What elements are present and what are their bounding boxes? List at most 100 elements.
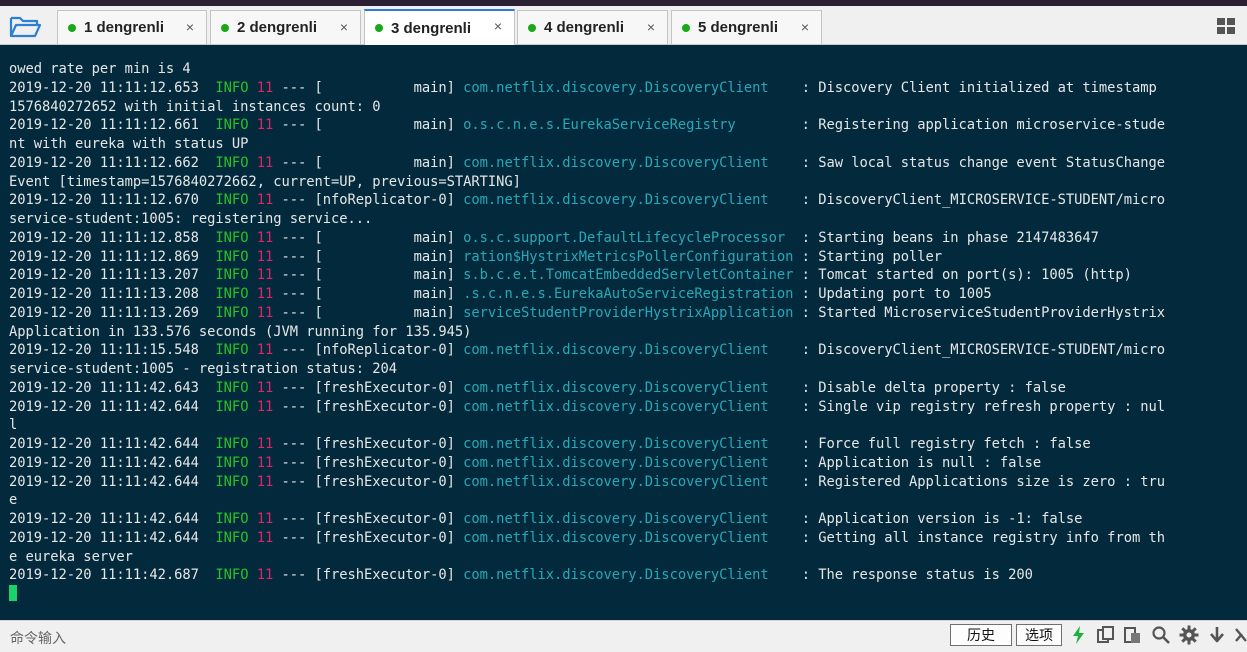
- log-line: e eureka server: [9, 549, 133, 565]
- log-level: INFO: [215, 267, 249, 284]
- log-level: INFO: [215, 436, 249, 452]
- session-tab-5[interactable]: 5 dengrenli ×: [671, 10, 822, 44]
- paste-icon[interactable]: [1123, 625, 1143, 645]
- log-line: 2019-12-20 11:11:12.670 INFO 11 --- [nfo…: [9, 192, 1165, 208]
- log-timestamp: 2019-12-20 11:11:42.644: [9, 398, 199, 415]
- log-thread: --- [ main]: [273, 79, 455, 96]
- log-logger: serviceStudentProviderHystrixApplication: [463, 304, 794, 321]
- session-tab-1[interactable]: 1 dengrenli ×: [57, 10, 207, 44]
- command-input-label: 命令输入: [10, 630, 66, 646]
- log-text: e: [9, 492, 18, 509]
- log-level: INFO: [215, 511, 249, 527]
- log-line: 2019-12-20 11:11:42.644 INFO 11 --- [fre…: [9, 511, 1082, 527]
- log-pid: 11: [256, 342, 274, 359]
- log-level: INFO: [215, 398, 249, 415]
- log-message: : DiscoveryClient_MICROSERVICE-STUDENT/m…: [793, 342, 1165, 359]
- tab-label: 5 dengrenli: [698, 19, 779, 36]
- close-icon[interactable]: ×: [494, 18, 502, 34]
- log-pid: 11: [256, 79, 274, 96]
- log-message: : Single vip registry refresh property :…: [793, 398, 1165, 415]
- log-timestamp: 2019-12-20 11:11:12.858: [9, 229, 199, 246]
- session-tab-2[interactable]: 2 dengrenli ×: [210, 10, 361, 44]
- log-line: service-student:1005 - registration stat…: [9, 361, 397, 377]
- session-tab-4[interactable]: 4 dengrenli ×: [517, 10, 668, 44]
- log-thread: --- [freshExecutor-0]: [273, 454, 455, 471]
- close-icon[interactable]: ×: [801, 19, 809, 35]
- log-thread: --- [freshExecutor-0]: [273, 473, 455, 490]
- log-logger: com.netflix.discovery.DiscoveryClient: [463, 79, 769, 96]
- log-logger: com.netflix.discovery.DiscoveryClient: [463, 529, 769, 546]
- log-level: INFO: [215, 342, 249, 359]
- log-thread: --- [freshExecutor-0]: [273, 567, 455, 584]
- close-icon[interactable]: ×: [340, 19, 348, 35]
- close-icon[interactable]: ×: [647, 19, 655, 35]
- folder-open-icon[interactable]: [8, 14, 42, 40]
- log-level: INFO: [215, 304, 249, 321]
- lightning-icon[interactable]: [1069, 625, 1089, 645]
- gear-icon[interactable]: [1179, 625, 1199, 645]
- log-thread: --- [freshExecutor-0]: [273, 436, 455, 452]
- log-text: l: [9, 417, 18, 434]
- log-thread: --- [ main]: [273, 267, 455, 284]
- log-logger: com.netflix.discovery.DiscoveryClient: [463, 379, 769, 396]
- log-pid: 11: [256, 398, 274, 415]
- log-line: 2019-12-20 11:11:12.661 INFO 11 --- [ ma…: [9, 117, 1165, 133]
- log-thread: --- [ main]: [273, 154, 455, 171]
- tab-label: 2 dengrenli: [237, 19, 318, 36]
- log-text: service-student:1005: registering servic…: [9, 211, 373, 227]
- log-pid: 11: [256, 529, 274, 546]
- log-text: e eureka server: [9, 548, 133, 565]
- log-timestamp: 2019-12-20 11:11:12.661: [9, 117, 199, 134]
- log-thread: --- [nfoReplicator-0]: [273, 192, 455, 209]
- terminal-output[interactable]: owed rate per min is 4 2019-12-20 11:11:…: [0, 45, 1247, 620]
- log-pid: 11: [256, 473, 274, 490]
- log-thread: --- [ main]: [273, 304, 455, 321]
- log-line: nt with eureka with status UP: [9, 136, 248, 152]
- log-message: : Tomcat started on port(s): 1005 (http): [793, 267, 1132, 284]
- log-logger: com.netflix.discovery.DiscoveryClient: [463, 454, 769, 471]
- settings-more-icon[interactable]: [1233, 625, 1247, 645]
- log-thread: --- [nfoReplicator-0]: [273, 342, 455, 359]
- log-message: : Registered Applications size is zero :…: [793, 473, 1165, 490]
- close-icon[interactable]: ×: [186, 19, 194, 35]
- command-input[interactable]: [80, 625, 944, 649]
- log-line: 2019-12-20 11:11:12.662 INFO 11 --- [ ma…: [9, 155, 1165, 171]
- log-level: INFO: [215, 79, 249, 96]
- log-line: 2019-12-20 11:11:12.858 INFO 11 --- [ ma…: [9, 230, 1099, 246]
- log-logger: com.netflix.discovery.DiscoveryClient: [463, 567, 769, 584]
- log-line: 2019-12-20 11:11:42.687 INFO 11 --- [fre…: [9, 567, 1033, 583]
- log-logger: o.s.c.support.DefaultLifecycleProcessor: [463, 229, 786, 246]
- tab-label: 3 dengrenli: [391, 19, 472, 37]
- log-pid: 11: [256, 192, 274, 209]
- download-arrow-icon[interactable]: [1207, 625, 1227, 645]
- log-logger: com.netflix.discovery.DiscoveryClient: [463, 192, 769, 209]
- session-tab-3[interactable]: 3 dengrenli ×: [364, 9, 515, 45]
- log-message: : Registering application microservice-s…: [793, 117, 1165, 134]
- log-message: : Getting all instance registry info fro…: [793, 529, 1165, 546]
- log-line: owed rate per min is 4: [9, 61, 191, 77]
- log-line: 2019-12-20 11:11:13.208 INFO 11 --- [ ma…: [9, 286, 992, 302]
- log-timestamp: 2019-12-20 11:11:12.869: [9, 248, 199, 265]
- grid-layout-icon[interactable]: [1217, 18, 1237, 34]
- log-level: INFO: [215, 154, 249, 171]
- log-pid: 11: [256, 286, 274, 302]
- log-message: : Saw local status change event StatusCh…: [793, 154, 1165, 171]
- log-logger: ration$HystrixMetricsPollerConfiguration: [463, 248, 794, 265]
- log-pid: 11: [256, 154, 274, 171]
- connection-status-dot: [221, 23, 229, 32]
- log-text: nt with eureka with status UP: [9, 136, 249, 152]
- copy-icon[interactable]: [1096, 625, 1116, 645]
- history-button[interactable]: 历史: [950, 624, 1012, 646]
- terminal-lines: owed rate per min is 4 2019-12-20 11:11:…: [9, 60, 1165, 585]
- log-line: 2019-12-20 11:11:42.643 INFO 11 --- [fre…: [9, 380, 1066, 396]
- log-line: 2019-12-20 11:11:13.207 INFO 11 --- [ ma…: [9, 267, 1132, 283]
- log-line: l: [9, 417, 17, 433]
- log-pid: 11: [256, 511, 274, 527]
- log-thread: --- [freshExecutor-0]: [273, 379, 455, 396]
- search-icon[interactable]: [1151, 625, 1171, 645]
- options-button[interactable]: 选项: [1016, 624, 1062, 646]
- log-logger: com.netflix.discovery.DiscoveryClient: [463, 436, 769, 452]
- log-pid: 11: [256, 229, 274, 246]
- log-timestamp: 2019-12-20 11:11:42.687: [9, 567, 199, 584]
- connection-status-dot: [682, 23, 690, 32]
